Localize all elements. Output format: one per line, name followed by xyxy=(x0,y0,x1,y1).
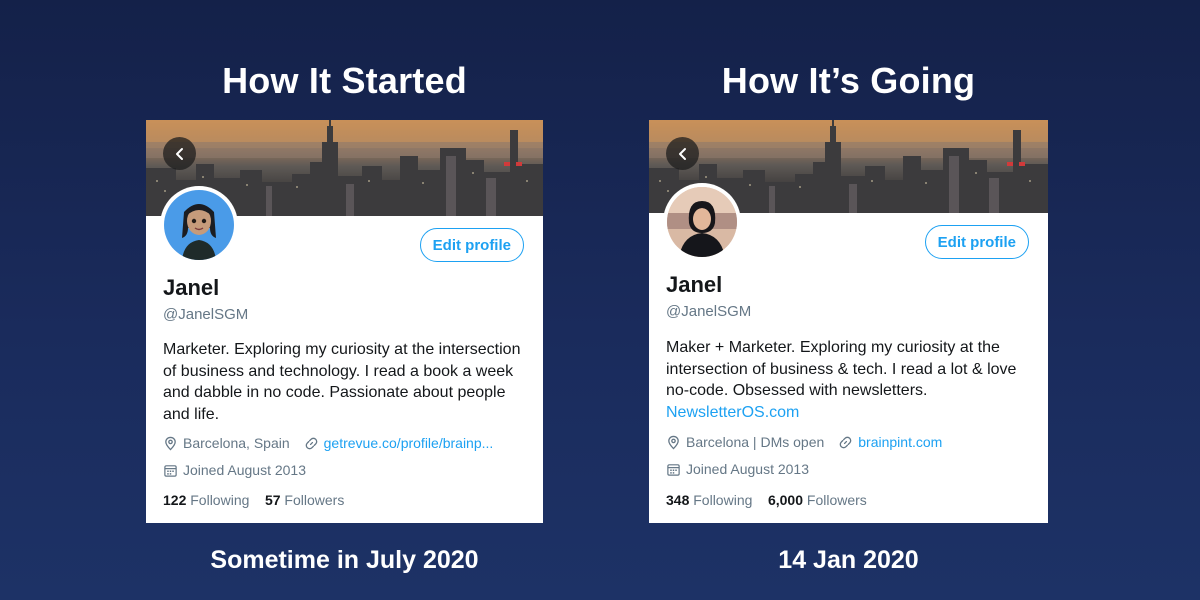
following-stat[interactable]: 122 Following xyxy=(163,492,249,508)
back-arrow-icon xyxy=(678,147,686,160)
followers-stat[interactable]: 6,000 Followers xyxy=(768,492,867,508)
following-label: Following xyxy=(693,492,753,508)
following-stat[interactable]: 348 Following xyxy=(666,492,752,508)
profile-name: Janel xyxy=(163,275,220,300)
panel-heading: How It Started xyxy=(222,60,467,101)
profile-card: Edit profile Janel @JanelSGM Maker + Mar… xyxy=(649,120,1048,523)
link-icon xyxy=(305,437,317,449)
edit-profile-button[interactable]: Edit profile xyxy=(419,228,524,262)
followers-label: Followers xyxy=(806,492,867,508)
panel-caption: Sometime in July 2020 xyxy=(210,546,479,574)
back-arrow-icon xyxy=(175,147,183,160)
avatar[interactable] xyxy=(663,183,741,261)
profile-meta-location-row: Barcelona, Spain getrevue.co/profile/bra… xyxy=(163,435,493,451)
panel-heading: How It’s Going xyxy=(721,60,976,101)
link-icon xyxy=(839,436,852,448)
panel-how-its-going: How It’s Going Edit profile Janel @Janel… xyxy=(649,0,1048,600)
followers-count: 57 xyxy=(264,492,281,508)
profile-meta-joined-row: Joined August 2013 xyxy=(666,461,809,477)
profile-handle: @JanelSGM xyxy=(163,306,249,323)
profile-bio-text: Maker + Marketer. Exploring my curiosity… xyxy=(666,339,1017,399)
profile-bio-link[interactable]: NewsletterOS.com xyxy=(666,404,799,421)
profile-meta-joined-row: Joined August 2013 xyxy=(163,462,306,478)
profile-bio: Marketer. Exploring my curiosity at the … xyxy=(163,341,521,423)
following-label: Following xyxy=(190,492,250,508)
avatar-photo xyxy=(667,187,737,257)
profile-website-link[interactable]: brainpint.com xyxy=(858,434,942,450)
following-count: 348 xyxy=(666,492,690,508)
profile-follow-stats: 348 Following 6,000 Followers xyxy=(666,492,867,508)
following-count: 122 xyxy=(163,492,187,508)
panel-caption: 14 Jan 2020 xyxy=(778,546,919,574)
profile-joined-date: Joined August 2013 xyxy=(686,461,809,477)
profile-meta-location-row: Barcelona | DMs open brainpint.com xyxy=(666,434,942,450)
followers-label: Followers xyxy=(284,492,345,508)
edit-profile-button[interactable]: Edit profile xyxy=(924,225,1029,259)
profile-bio: Maker + Marketer. Exploring my curiosity… xyxy=(666,337,1032,423)
profile-location: Barcelona | DMs open xyxy=(686,434,825,450)
followers-count: 6,000 xyxy=(767,492,803,508)
profile-follow-stats: 122 Following 57 Followers xyxy=(163,492,344,508)
avatar[interactable] xyxy=(160,186,238,264)
calendar-icon xyxy=(667,463,680,476)
profile-name: Janel xyxy=(666,272,723,297)
back-button[interactable] xyxy=(666,137,699,170)
calendar-icon xyxy=(164,464,177,477)
profile-location: Barcelona, Spain xyxy=(183,435,290,451)
back-button[interactable] xyxy=(163,137,196,170)
profile-website-link[interactable]: getrevue.co/profile/brainp... xyxy=(324,435,494,451)
location-pin-icon xyxy=(668,435,679,450)
profile-joined-date: Joined August 2013 xyxy=(183,462,306,478)
avatar-illustration xyxy=(164,190,234,260)
panel-how-it-started: How It Started Edit profile Janel @Janel… xyxy=(146,0,543,600)
followers-stat[interactable]: 57 Followers xyxy=(265,492,344,508)
profile-handle: @JanelSGM xyxy=(666,303,752,320)
location-pin-icon xyxy=(165,436,176,451)
profile-card: Edit profile Janel @JanelSGM Marketer. E… xyxy=(146,120,543,523)
